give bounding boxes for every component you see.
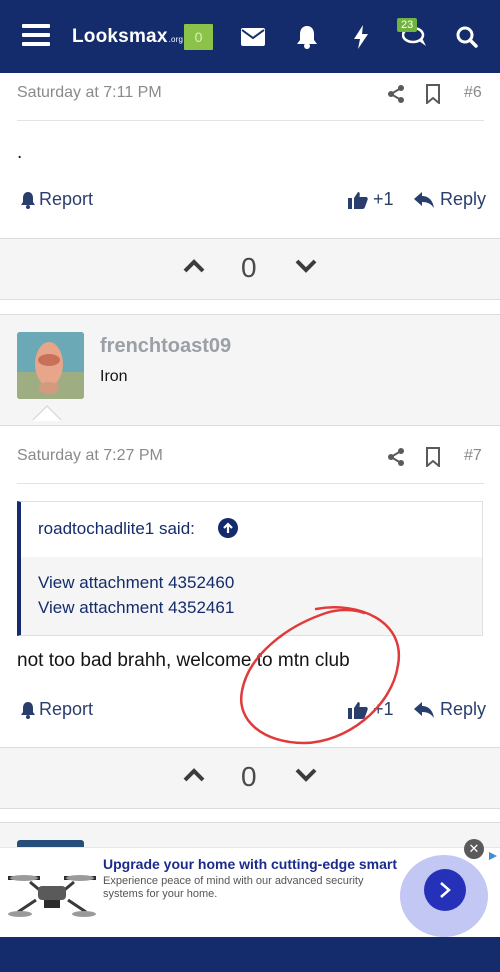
chevron-right-icon <box>440 882 451 898</box>
top-navbar: Looksmax.org 0 23 <box>0 0 500 73</box>
site-logo[interactable]: Looksmax.org <box>72 26 183 48</box>
bell-icon <box>21 701 35 719</box>
ad-title[interactable]: Upgrade your home with cutting-edge smar… <box>103 856 397 872</box>
thumbs-up-icon <box>348 191 368 209</box>
like-count: +1 <box>373 699 394 719</box>
vote-count: 0 <box>241 252 257 283</box>
quote-author[interactable]: roadtochadlite1 said: <box>38 519 195 539</box>
report-label: Report <box>39 189 94 209</box>
mail-icon[interactable] <box>238 22 268 52</box>
share-icon[interactable] <box>386 447 406 472</box>
quote-content: View attachment 4352460 View attachment … <box>21 557 482 635</box>
post-6-meta: Saturday at 7:11 PM #6 <box>0 76 500 110</box>
thumbs-up-icon <box>348 701 368 719</box>
attachment-link[interactable]: View attachment 4352461 <box>38 598 234 618</box>
reply-button[interactable]: Reply <box>414 189 486 210</box>
conversations-count-badge: 23 <box>397 18 418 32</box>
drone-image <box>8 860 96 926</box>
post-number[interactable]: #7 <box>464 447 482 465</box>
reply-label: Reply <box>440 189 487 209</box>
report-button[interactable]: Report <box>20 699 93 720</box>
post-date[interactable]: Saturday at 7:27 PM <box>17 447 163 465</box>
reply-button[interactable]: Reply <box>414 699 486 720</box>
report-button[interactable]: Report <box>20 189 93 210</box>
search-icon[interactable] <box>452 22 482 52</box>
bookmark-icon[interactable] <box>425 447 441 472</box>
share-icon[interactable] <box>386 84 406 109</box>
lightning-icon[interactable] <box>346 22 376 52</box>
divider <box>17 120 484 121</box>
upvote-chevron-icon[interactable] <box>183 768 205 787</box>
pointer-arrow <box>33 407 61 421</box>
reply-arrow-icon <box>414 701 434 718</box>
vote-count: 0 <box>241 761 257 792</box>
post-6-actions: Report +1 Reply <box>0 187 500 217</box>
post-6-vote-bar: 0 <box>0 238 500 300</box>
downvote-chevron-icon[interactable] <box>295 768 317 787</box>
like-button[interactable]: +1 <box>348 699 394 720</box>
username[interactable]: frenchtoast09 <box>100 335 231 358</box>
logo-suffix: .org <box>168 35 184 44</box>
arrow-up-circle-icon[interactable] <box>218 518 238 538</box>
reply-label: Reply <box>440 699 487 719</box>
like-count: +1 <box>373 189 394 209</box>
adchoices-icon[interactable] <box>488 848 498 866</box>
upvote-chevron-icon[interactable] <box>183 259 205 278</box>
avatar[interactable] <box>17 332 84 399</box>
quote-block: roadtochadlite1 said: View attachment 43… <box>17 501 483 636</box>
post-date[interactable]: Saturday at 7:11 PM <box>17 84 162 102</box>
ad-cta-button[interactable] <box>424 869 466 911</box>
post-6-body: . <box>17 142 23 163</box>
report-label: Report <box>39 699 94 719</box>
post-7-body: not too bad brahh, welcome to mtn club <box>17 650 350 671</box>
ad-close-button[interactable]: ✕ <box>464 839 484 859</box>
bookmark-icon[interactable] <box>425 84 441 109</box>
quote-header: roadtochadlite1 said: <box>21 502 482 557</box>
post-7-vote-bar: 0 <box>0 747 500 809</box>
post-number[interactable]: #6 <box>464 84 482 102</box>
post-7-user-block: frenchtoast09 Iron <box>0 314 500 426</box>
menu-icon[interactable] <box>22 24 50 46</box>
post-7-actions: Report +1 Reply <box>0 697 500 727</box>
bell-icon <box>21 191 35 209</box>
alerts-count-badge[interactable]: 0 <box>184 24 213 50</box>
like-button[interactable]: +1 <box>348 189 394 210</box>
divider <box>17 483 484 484</box>
downvote-chevron-icon[interactable] <box>295 259 317 278</box>
reply-arrow-icon <box>414 191 434 208</box>
user-title: Iron <box>100 368 128 385</box>
post-7-meta: Saturday at 7:27 PM #7 <box>0 439 500 473</box>
ad-description: Experience peace of mind with our advanc… <box>103 875 364 900</box>
bottom-bar <box>0 937 500 972</box>
bell-icon[interactable] <box>292 22 322 52</box>
attachment-link[interactable]: View attachment 4352460 <box>38 573 234 593</box>
logo-text: Looksmax <box>72 26 168 47</box>
